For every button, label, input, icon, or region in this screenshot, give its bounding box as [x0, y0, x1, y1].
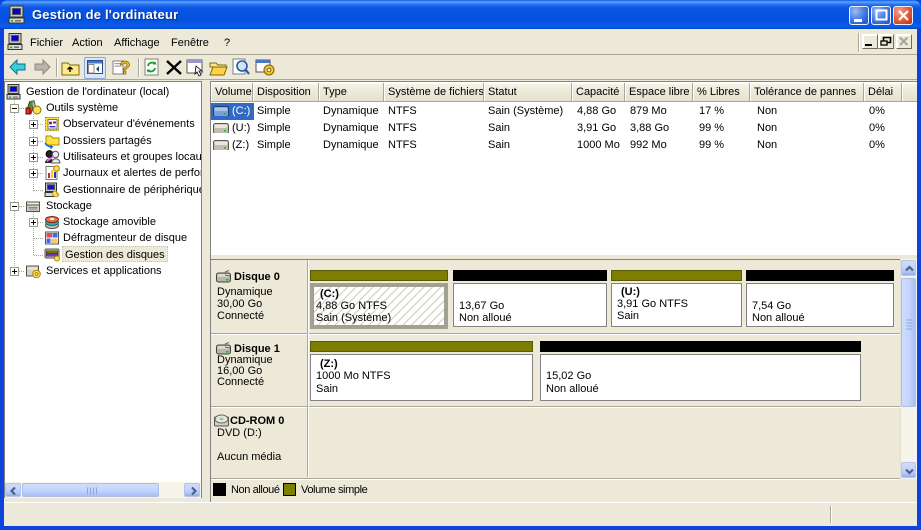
svg-text:?: ?: [120, 58, 131, 77]
